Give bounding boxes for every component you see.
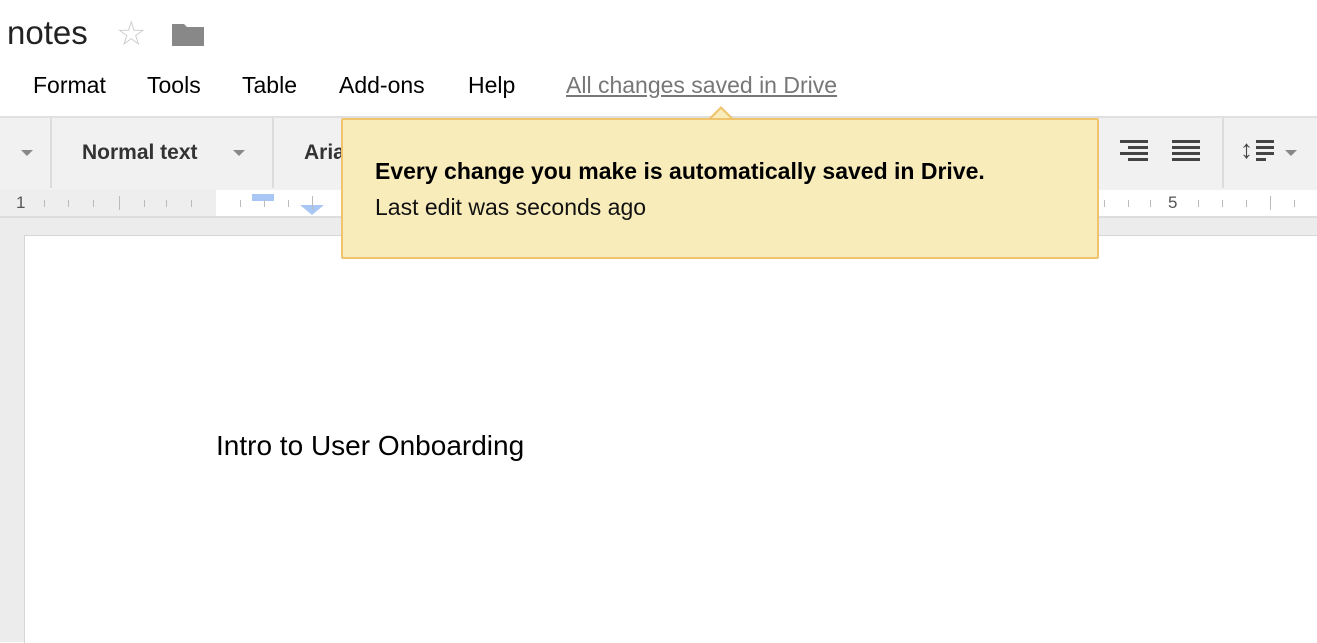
ruler-tick (240, 200, 241, 207)
ruler-tick (1246, 200, 1247, 207)
document-body-text[interactable]: Intro to User Onboarding (216, 430, 524, 462)
menu-tools[interactable]: Tools (147, 72, 201, 99)
ruler-tick (1128, 200, 1129, 207)
font-select[interactable]: Aria (304, 141, 345, 165)
ruler-tick (264, 200, 265, 207)
menu-help[interactable]: Help (468, 72, 515, 99)
tooltip-heading: Every change you make is automatically s… (375, 158, 985, 184)
tooltip-subtext: Last edit was seconds ago (375, 194, 647, 220)
save-status-link[interactable]: All changes saved in Drive (566, 72, 837, 99)
ruler-tick (1270, 196, 1271, 210)
ruler-tick (1198, 200, 1199, 207)
autosave-tooltip: Every change you make is automatically s… (341, 118, 1099, 259)
ruler-tick (191, 200, 192, 207)
ruler-label: 5 (1168, 193, 1178, 212)
line-spacing-lines-icon (1256, 140, 1274, 161)
ruler-tick (93, 200, 94, 207)
ruler-tick (1294, 200, 1295, 207)
ruler-tick (119, 196, 120, 210)
ruler-tick (312, 196, 313, 210)
ruler-tick (68, 200, 69, 207)
paragraph-style-select[interactable]: Normal text (82, 141, 198, 165)
chevron-down-icon[interactable] (1285, 150, 1297, 156)
chevron-down-icon[interactable] (21, 150, 33, 156)
toolbar-divider (1222, 118, 1224, 188)
ruler-tick (166, 200, 167, 207)
menu-addons[interactable]: Add-ons (339, 72, 425, 99)
menu-format[interactable]: Format (33, 72, 106, 99)
toolbar-divider (272, 118, 274, 188)
toolbar-divider (50, 118, 52, 188)
ruler-label: 1 (16, 193, 26, 212)
line-spacing-icon[interactable]: ↕ (1240, 136, 1253, 162)
star-icon[interactable]: ☆ (116, 14, 146, 54)
menu-table[interactable]: Table (242, 72, 297, 99)
chevron-down-icon[interactable] (233, 150, 245, 156)
justify-icon[interactable] (1172, 140, 1200, 161)
ruler-tick (144, 200, 145, 207)
document-title[interactable]: notes (7, 14, 88, 52)
folder-icon[interactable] (172, 22, 204, 46)
ruler-tick (1104, 200, 1105, 207)
ruler-tick (1150, 200, 1151, 207)
ruler-tick (288, 200, 289, 207)
align-right-icon[interactable] (1120, 140, 1148, 161)
ruler-tick (1222, 200, 1223, 207)
ruler-tick (44, 200, 45, 207)
first-line-indent-handle[interactable] (252, 194, 274, 201)
